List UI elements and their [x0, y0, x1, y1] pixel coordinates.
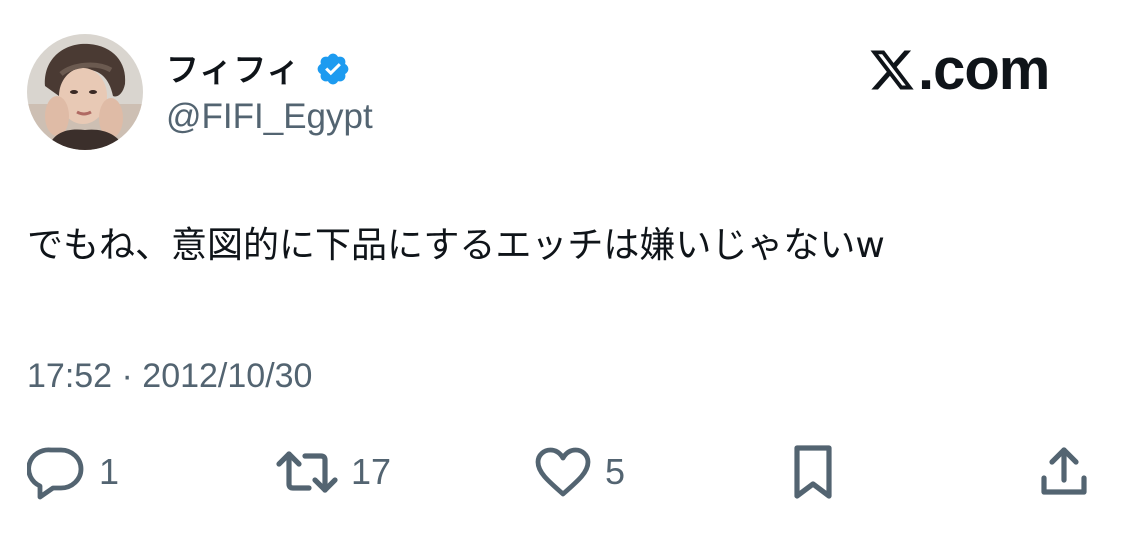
x-logo-icon	[868, 46, 916, 94]
author-handle[interactable]: @FIFI_Egypt	[166, 96, 373, 138]
avatar[interactable]	[27, 34, 143, 150]
author-name-row[interactable]: フィフィ	[166, 44, 351, 94]
bookmark-icon	[785, 442, 841, 502]
display-name[interactable]: フィフィ	[166, 53, 301, 86]
reply-icon	[27, 444, 87, 500]
retweet-button[interactable]: 17	[275, 444, 391, 500]
brand-domain: com	[933, 37, 1050, 102]
tweet-text: でもね、意図的に下品にするエッチは嫌いじゃないw	[27, 225, 885, 266]
brand-dot: .	[918, 37, 934, 102]
reply-count: 1	[99, 451, 120, 492]
brand-text: .com	[918, 41, 1050, 99]
retweet-icon	[275, 444, 339, 500]
brand-logo: .com	[868, 40, 1050, 100]
reply-button[interactable]: 1	[27, 444, 119, 500]
profile-photo	[27, 34, 143, 150]
tweet-timestamp[interactable]: 17:52 · 2012/10/30	[27, 355, 312, 397]
bookmark-button[interactable]	[785, 444, 841, 500]
retweet-count: 17	[351, 451, 392, 492]
like-button[interactable]: 5	[533, 444, 625, 500]
verified-badge-icon	[315, 51, 351, 87]
share-icon	[1036, 444, 1092, 500]
share-button[interactable]	[1036, 444, 1092, 500]
heart-icon	[533, 444, 593, 500]
like-count: 5	[605, 451, 626, 492]
